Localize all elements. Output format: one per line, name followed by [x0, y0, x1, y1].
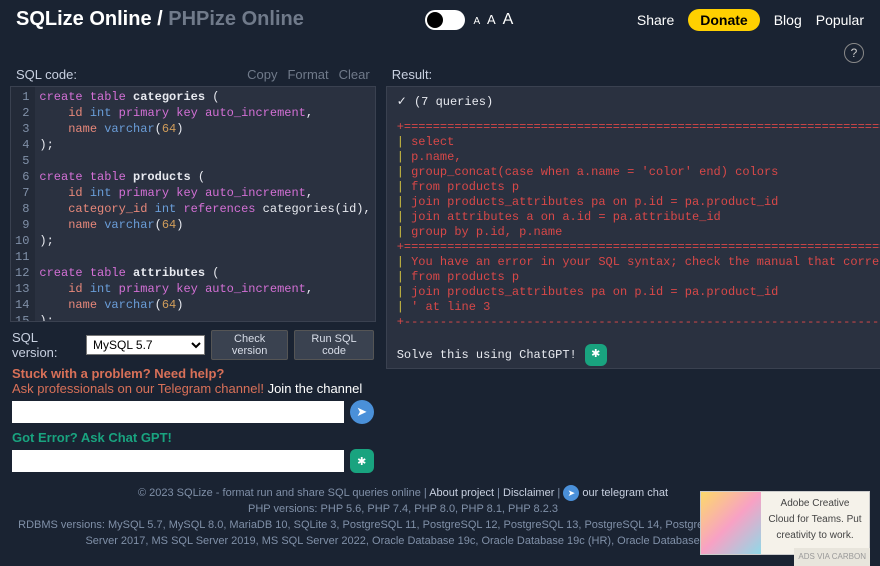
- telegram-chat-link[interactable]: our telegram chat: [579, 487, 668, 499]
- chatgpt-icon[interactable]: ✱: [585, 344, 607, 366]
- font-size-picker[interactable]: A A A: [473, 11, 515, 29]
- sql-code-label: SQL code:: [16, 67, 77, 82]
- ad-via-label: ADS VIA CARBON: [794, 548, 870, 566]
- brand: SQLize Online / PHPize Online: [16, 8, 304, 31]
- donate-button[interactable]: Donate: [688, 9, 759, 31]
- disclaimer-link[interactable]: Disclaimer: [503, 487, 554, 499]
- sql-editor[interactable]: 123456789101112131415 create table categ…: [10, 86, 376, 322]
- ad-image: [701, 492, 761, 554]
- sql-version-select[interactable]: MySQL 5.7: [86, 335, 205, 355]
- header: SQLize Online / PHPize Online A A A Shar…: [0, 0, 880, 39]
- ask-gpt-label: Got Error? Ask Chat GPT!: [12, 430, 374, 445]
- popular-link[interactable]: Popular: [816, 12, 864, 28]
- footer: © 2023 SQLize - format run and share SQL…: [0, 477, 880, 557]
- stuck-label: Stuck with a problem? Need help?: [12, 366, 374, 381]
- rdbms-versions: RDBMS versions: MySQL 5.7, MySQL 8.0, Ma…: [16, 517, 790, 549]
- chatgpt-input[interactable]: [12, 450, 344, 472]
- query-status: ✓ (7 queries): [397, 95, 880, 110]
- brand-sqlize[interactable]: SQLize Online: [16, 8, 152, 30]
- telegram-input[interactable]: [12, 401, 344, 423]
- theme-toggle[interactable]: [425, 10, 465, 30]
- carbon-ad[interactable]: Adobe Creative Cloud for Teams. Put crea…: [700, 491, 870, 555]
- line-gutter: 123456789101112131415: [11, 87, 35, 321]
- share-link[interactable]: Share: [637, 12, 674, 28]
- clear-button[interactable]: Clear: [339, 67, 370, 82]
- result-label: Result:: [392, 67, 432, 82]
- copy-button[interactable]: Copy: [247, 67, 277, 82]
- result-panel: Result: Copy ✓ (7 queries) +============…: [386, 63, 880, 477]
- telegram-send-icon[interactable]: ➤: [350, 400, 374, 424]
- ask-pros-label: Ask professionals on our Telegram channe…: [12, 381, 374, 396]
- format-button[interactable]: Format: [287, 67, 328, 82]
- result-content: ✓ (7 queries) +=========================…: [386, 86, 880, 369]
- solve-chatgpt-label: Solve this using ChatGPT!: [397, 348, 577, 363]
- sql-version-label: SQL version:: [12, 330, 80, 360]
- chatgpt-send-icon[interactable]: ✱: [350, 449, 374, 473]
- php-versions: PHP versions: PHP 5.6, PHP 7.4, PHP 8.0,…: [16, 501, 790, 517]
- help-icon[interactable]: ?: [844, 43, 864, 63]
- sql-panel: SQL code: Copy Format Clear 123456789101…: [10, 63, 376, 477]
- check-version-button[interactable]: Check version: [211, 330, 288, 360]
- code-content[interactable]: create table categories ( id int primary…: [35, 87, 374, 321]
- join-channel-link[interactable]: Join the channel: [268, 381, 363, 396]
- blog-link[interactable]: Blog: [774, 12, 802, 28]
- brand-phpize[interactable]: PHPize Online: [168, 8, 304, 30]
- about-link[interactable]: About project: [429, 487, 494, 499]
- telegram-icon[interactable]: ➤: [563, 485, 579, 501]
- run-sql-button[interactable]: Run SQL code: [294, 330, 373, 360]
